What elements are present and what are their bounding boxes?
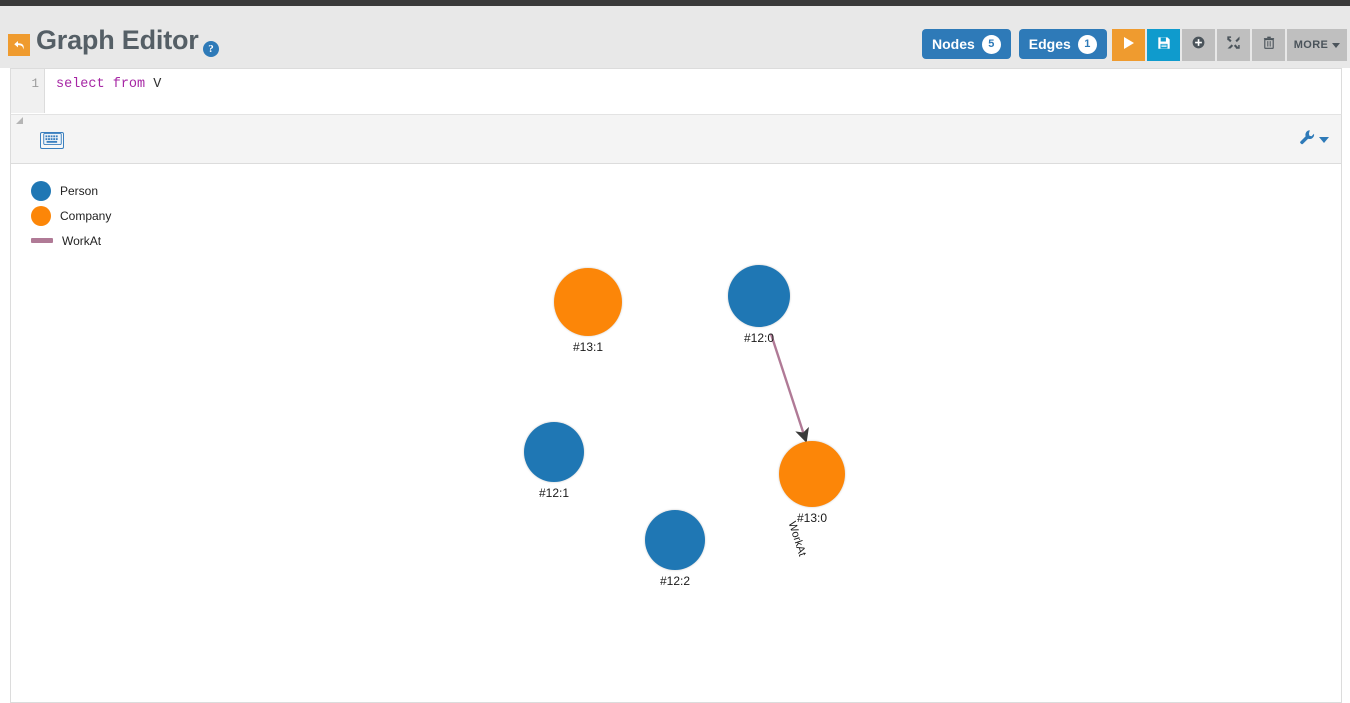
trash-icon — [1262, 35, 1276, 55]
edges-counter-label: Edges — [1028, 36, 1071, 52]
chevron-down-icon — [1319, 136, 1329, 143]
editor-gutter: 1 — [11, 69, 45, 113]
nodes-counter-badge: 5 — [981, 34, 1001, 54]
expand-arrows-icon — [1226, 35, 1241, 55]
graph-node[interactable] — [554, 268, 622, 336]
keyboard-shortcuts-button[interactable] — [40, 132, 64, 149]
delete-button[interactable] — [1252, 29, 1285, 61]
more-menu-button[interactable]: MORE — [1287, 29, 1347, 61]
edges-counter[interactable]: Edges 1 — [1018, 29, 1107, 59]
graph-node-label: #13:0 — [796, 511, 828, 525]
graph-node[interactable] — [645, 510, 705, 570]
keyboard-icon — [42, 132, 62, 150]
chevron-down-icon — [1332, 42, 1341, 48]
graph-canvas[interactable]: Person Company WorkAt #13:1 #12:0 #12:1 #13… — [10, 164, 1342, 703]
wrench-icon — [1299, 129, 1315, 150]
code-keyword-from: from — [112, 77, 146, 92]
nodes-counter[interactable]: Nodes 5 — [922, 29, 1011, 59]
graph-edge[interactable] — [769, 333, 809, 443]
editor-settings-button[interactable] — [1299, 129, 1329, 150]
graph-node-label: #12:0 — [743, 331, 775, 345]
back-arrow-icon[interactable] — [8, 34, 30, 56]
nodes-counter-label: Nodes — [932, 36, 975, 52]
editor-line-number: 1 — [31, 77, 39, 91]
edges-counter-badge: 1 — [1077, 34, 1097, 54]
plus-circle-icon — [1191, 35, 1206, 55]
graph-node-label: #12:2 — [659, 574, 691, 588]
graph-editor-page: Graph Editor ? Nodes 5 Edges 1 MORE 1 se… — [0, 0, 1350, 703]
play-icon — [1122, 36, 1135, 55]
header-action-toolbar: MORE — [1112, 29, 1347, 61]
graph-node-label: #12:1 — [538, 486, 570, 500]
graph-node[interactable] — [779, 441, 845, 507]
graph-edges-layer — [769, 333, 809, 443]
run-query-button[interactable] — [1112, 29, 1145, 61]
editor-subtoolbar — [10, 114, 1342, 164]
page-header: Graph Editor ? Nodes 5 Edges 1 MORE — [0, 6, 1350, 68]
page-title: Graph Editor — [36, 25, 199, 55]
graph-counters: Nodes 5 Edges 1 — [922, 29, 1115, 59]
query-code-line[interactable]: select from V — [56, 77, 161, 92]
code-identifier-v: V — [153, 77, 162, 92]
query-editor[interactable]: 1 select from V — [10, 68, 1342, 114]
code-keyword-select: select — [56, 77, 105, 92]
expand-layout-button[interactable] — [1217, 29, 1250, 61]
save-button[interactable] — [1147, 29, 1180, 61]
graph-node-label: #13:1 — [572, 340, 604, 354]
more-menu-label: MORE — [1293, 39, 1329, 51]
add-node-button[interactable] — [1182, 29, 1215, 61]
graph-node[interactable] — [524, 422, 584, 482]
resize-grip-handle[interactable] — [16, 117, 23, 124]
save-floppy-icon — [1157, 36, 1171, 55]
graph-node[interactable] — [728, 265, 790, 327]
help-icon[interactable]: ? — [203, 41, 219, 57]
